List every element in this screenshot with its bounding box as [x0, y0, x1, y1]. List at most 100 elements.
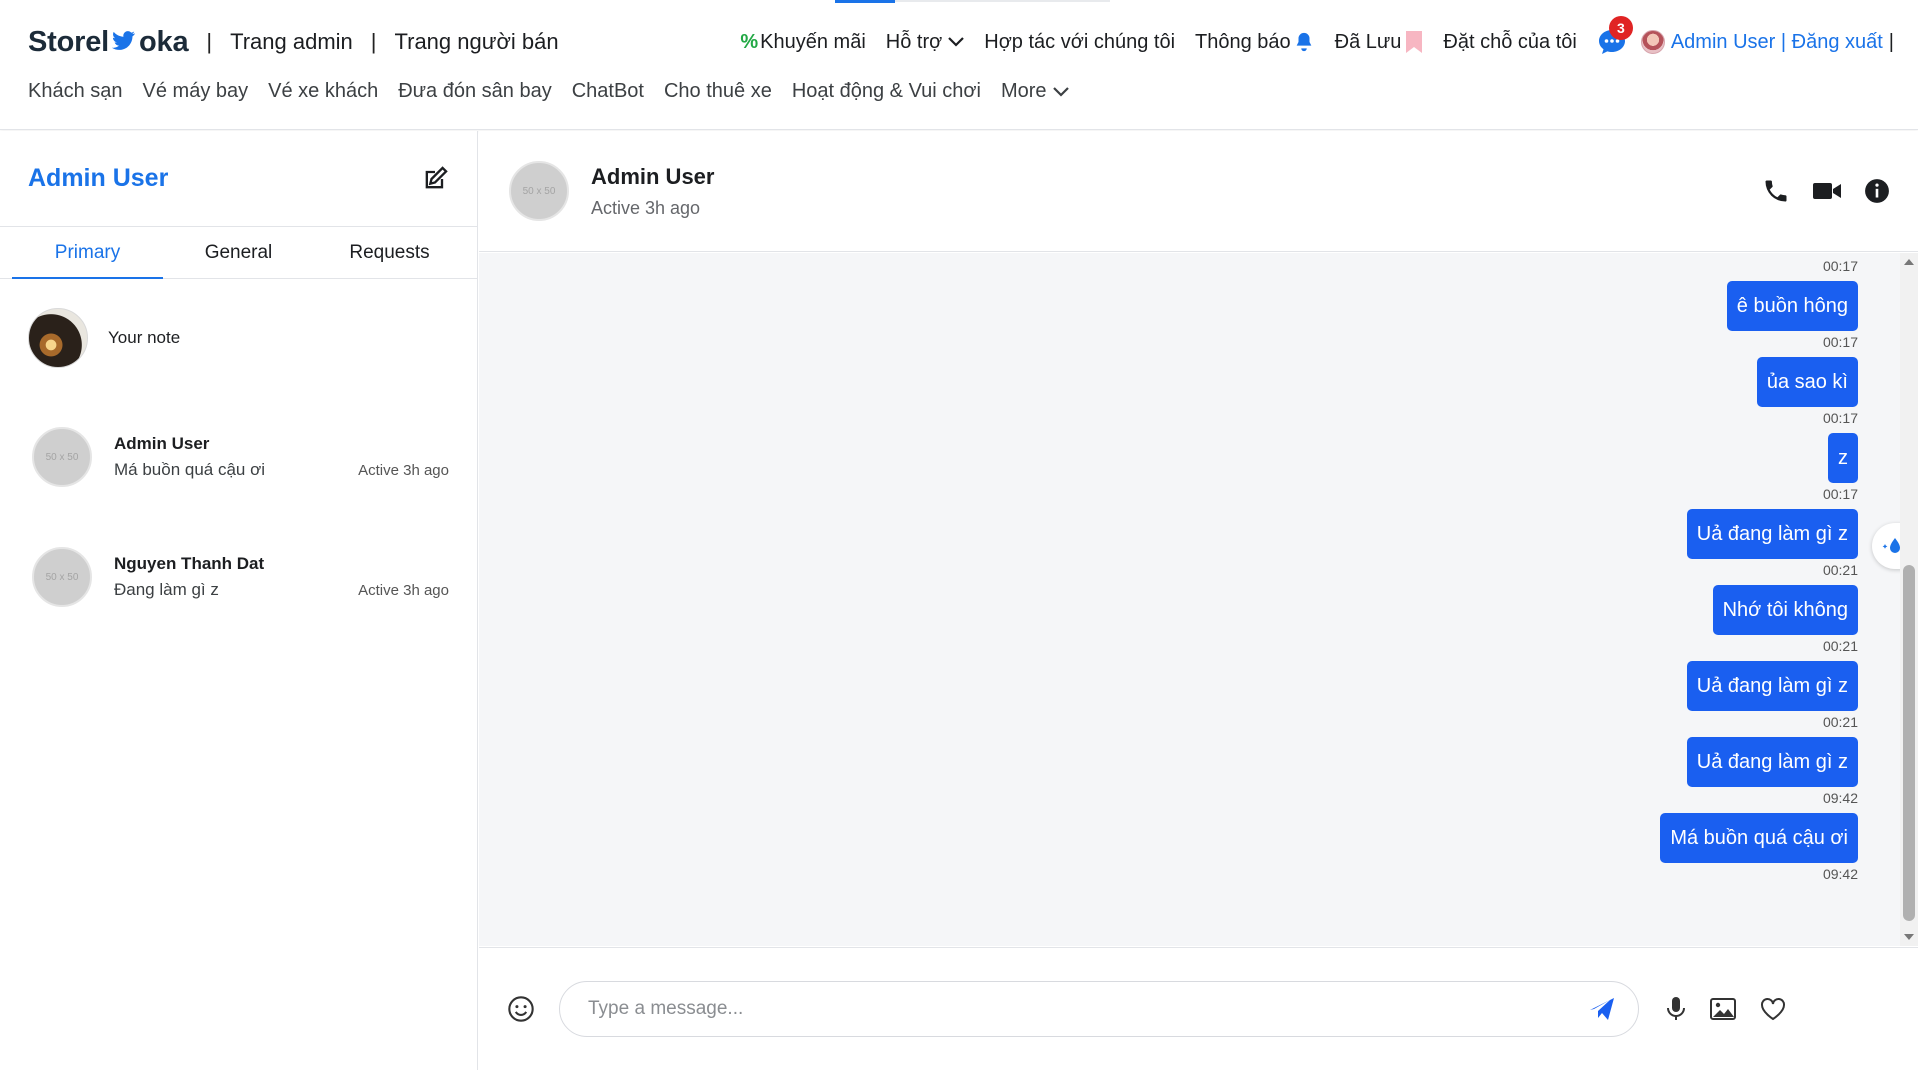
chevron-down-icon — [948, 37, 965, 47]
tab-requests[interactable]: Requests — [314, 227, 465, 278]
nav-more-dropdown[interactable]: More — [1001, 80, 1069, 103]
admin-page-link[interactable]: Trang admin — [230, 29, 353, 55]
message-scrollbar[interactable] — [1900, 253, 1918, 946]
top-accent-bar — [835, 0, 895, 3]
nav-hotels[interactable]: Khách sạn — [28, 80, 123, 103]
scroll-down-arrow-icon[interactable] — [1904, 934, 1914, 940]
message-input-wrapper — [559, 981, 1639, 1037]
message-time: 00:21 — [1822, 638, 1858, 654]
navbar-primary-row: Storel oka | Trang admin | Trang người b… — [28, 16, 1894, 62]
nav-bus-tickets[interactable]: Vé xe khách — [268, 80, 378, 103]
notifications-label: Thông báo — [1195, 30, 1291, 53]
info-icon[interactable] — [1864, 178, 1890, 204]
conversation-name: Admin User — [114, 434, 210, 453]
bookings-link[interactable]: Đặt chỗ của tôi — [1443, 31, 1576, 54]
message-bubble[interactable]: Uả đang làm gì z — [1686, 737, 1858, 787]
video-camera-icon[interactable] — [1812, 179, 1842, 203]
your-note-row[interactable]: Your note — [0, 279, 477, 397]
conversation-status: Active 3h ago — [358, 462, 449, 479]
message-bubble[interactable]: ê buồn hông — [1726, 281, 1858, 331]
note-avatar — [28, 308, 88, 368]
message-bubble[interactable]: Nhớ tôi không — [1712, 585, 1858, 635]
saved-link[interactable]: Đã Lưu — [1335, 30, 1424, 54]
message-time: 00:21 — [1822, 714, 1858, 730]
scroll-thumb[interactable] — [1903, 565, 1915, 921]
nav-activities[interactable]: Hoạt động & Vui chơi — [792, 80, 981, 103]
conversation-status: Active 3h ago — [358, 582, 449, 599]
image-icon[interactable] — [1709, 996, 1737, 1022]
nav-separator: | — [1888, 30, 1894, 53]
sidebar-tabs: Primary General Requests — [0, 227, 477, 279]
scroll-up-arrow-icon[interactable] — [1904, 259, 1914, 265]
heart-icon[interactable] — [1759, 996, 1787, 1022]
compose-icon[interactable] — [421, 165, 449, 193]
avatar: 50 x 50 — [32, 427, 92, 487]
support-label: Hỗ trợ — [885, 30, 943, 53]
message-bubble[interactable]: Uả đang làm gì z — [1686, 661, 1858, 711]
logo-text-left: Storel — [28, 25, 109, 58]
nav-flights[interactable]: Vé máy bay — [143, 80, 249, 103]
user-logout-link[interactable]: Admin User | Đăng xuất — [1671, 31, 1883, 54]
tab-primary[interactable]: Primary — [12, 227, 163, 279]
notifications-link[interactable]: Thông báo — [1195, 31, 1315, 54]
navbar-secondary-row: Khách sạn Vé máy bay Vé xe khách Đưa đón… — [28, 80, 1089, 103]
avatar: 50 x 50 — [32, 547, 92, 607]
conversation-last-message: Má buồn quá cậu ơi — [114, 460, 266, 479]
microphone-icon[interactable] — [1665, 995, 1687, 1023]
message-column: 00:17 ê buồn hông 00:17 ủa sao kì 00:17 … — [1660, 253, 1858, 885]
message-bubble[interactable]: Má buồn quá cậu ơi — [1660, 813, 1858, 863]
sidebar-header: Admin User — [0, 131, 477, 227]
more-label: More — [1000, 80, 1047, 102]
bell-icon — [1293, 31, 1315, 53]
tab-general[interactable]: General — [163, 227, 314, 278]
conversation-item[interactable]: 50 x 50 Admin User Má buồn quá cậu ơi Ac… — [0, 397, 477, 517]
nav-chatbot[interactable]: ChatBot — [572, 80, 644, 103]
notification-badge: 3 — [1608, 16, 1633, 40]
conversation-last-message: Đang làm gì z — [114, 580, 219, 599]
message-time: 00:21 — [1822, 562, 1858, 578]
message-bubble[interactable]: ủa sao kì — [1756, 357, 1858, 407]
conversation-body: Admin User Má buồn quá cậu ơi — [114, 434, 358, 480]
logo-text-right: oka — [139, 25, 189, 58]
phone-icon[interactable] — [1762, 177, 1790, 205]
chat-header-actions — [1762, 177, 1890, 205]
saved-label: Đã Lưu — [1334, 30, 1402, 53]
note-label: Your note — [108, 328, 181, 347]
seller-page-link[interactable]: Trang người bán — [395, 29, 559, 55]
message-list: 00:17 ê buồn hông 00:17 ủa sao kì 00:17 … — [479, 253, 1918, 946]
nav-separator: | — [370, 29, 377, 54]
message-bubble[interactable]: z — [1828, 433, 1858, 483]
bird-logo-icon — [111, 29, 137, 55]
message-time: 09:42 — [1822, 866, 1858, 882]
message-time: 09:42 — [1822, 790, 1858, 806]
message-input[interactable] — [588, 998, 1588, 1020]
chat-contact-status: Active 3h ago — [591, 197, 701, 218]
conversation-name: Nguyen Thanh Dat — [114, 554, 265, 573]
emoji-icon[interactable] — [507, 995, 535, 1023]
conversation-sidebar: Admin User Primary General Requests Your… — [0, 131, 478, 1070]
nav-airport-transfer[interactable]: Đưa đón sân bay — [398, 80, 552, 103]
nav-car-rental[interactable]: Cho thuê xe — [664, 80, 772, 103]
nav-separator: | — [206, 29, 213, 54]
chevron-down-icon — [1052, 86, 1069, 97]
conversation-item[interactable]: 50 x 50 Nguyen Thanh Dat Đang làm gì z A… — [0, 517, 477, 637]
message-bubble[interactable]: Uả đang làm gì z — [1686, 509, 1858, 559]
message-time: 00:17 — [1822, 486, 1858, 502]
top-accent-bar-light — [895, 0, 1110, 2]
message-time: 00:17 — [1822, 258, 1858, 274]
percent-icon: % — [740, 30, 759, 53]
message-time: 00:17 — [1822, 334, 1858, 350]
support-dropdown[interactable]: Hỗ trợ — [885, 30, 965, 54]
chat-panel: 50 x 50 Admin User Active 3h ago 00:17 ê… — [479, 131, 1918, 1070]
partner-link[interactable]: Hợp tác với chúng tôi — [984, 31, 1175, 54]
bookmark-icon — [1405, 30, 1423, 54]
site-logo[interactable]: Storel oka — [28, 25, 189, 59]
send-icon[interactable] — [1588, 996, 1616, 1022]
chat-contact-name: Admin User — [591, 163, 715, 189]
top-navbar: Storel oka | Trang admin | Trang người b… — [0, 0, 1918, 130]
user-avatar[interactable] — [1640, 30, 1665, 54]
sidebar-title: Admin User — [28, 164, 169, 192]
messenger-button[interactable]: 3 — [1597, 16, 1633, 56]
promo-link[interactable]: % Khuyến mãi — [740, 31, 865, 54]
avatar[interactable]: 50 x 50 — [509, 161, 569, 221]
